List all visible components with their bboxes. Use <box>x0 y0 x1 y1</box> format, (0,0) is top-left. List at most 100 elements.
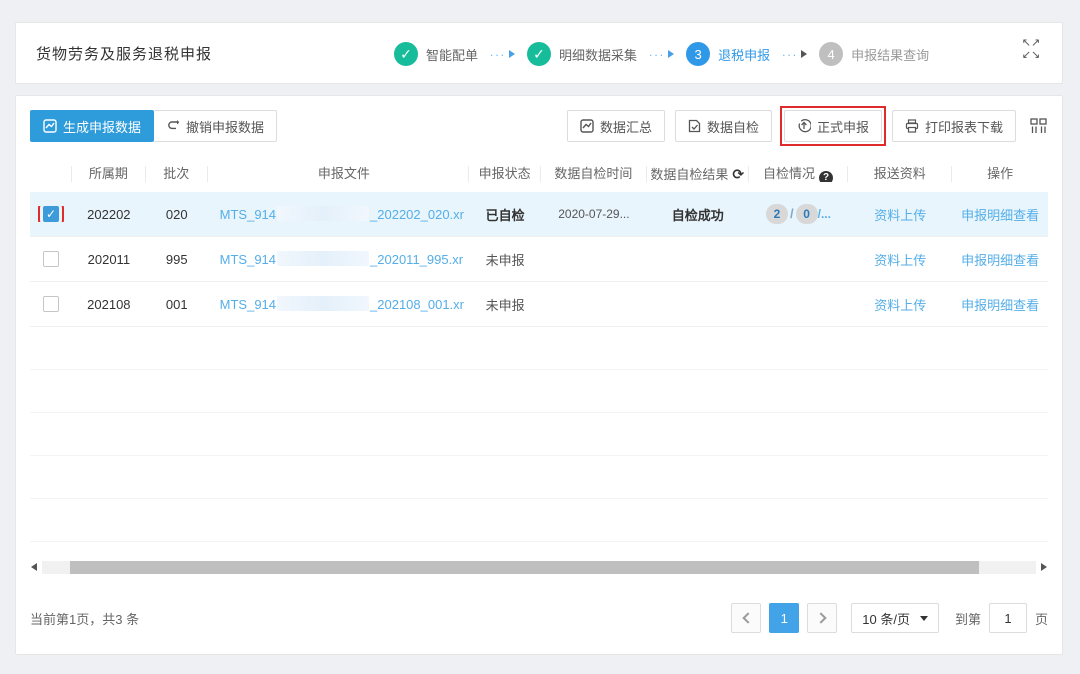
step-label: 退税申报 <box>718 45 770 64</box>
chevron-left-icon <box>742 612 753 623</box>
empty-row <box>30 413 1048 456</box>
fullscreen-icon[interactable]: ↖↗↙↘ <box>1018 37 1044 61</box>
goto-page-input[interactable] <box>989 603 1027 633</box>
horizontal-scrollbar[interactable] <box>26 559 1052 575</box>
row-checkbox[interactable] <box>43 206 59 222</box>
header-check-detail-label: 自检情况 <box>763 166 815 181</box>
count-separator: / <box>790 206 794 221</box>
declaration-file-link[interactable]: MTS_914_202011_995.xr <box>220 252 463 267</box>
cell-batch: 001 <box>146 297 208 312</box>
chevron-right-icon <box>815 612 826 623</box>
scroll-left-icon[interactable] <box>26 559 42 575</box>
cell-period: 202202 <box>72 207 146 222</box>
step-tax-refund-declare[interactable]: 3 退税申报 <box>686 42 770 66</box>
header-check-detail: 自检情况? <box>749 166 849 182</box>
cell-batch: 995 <box>146 252 208 267</box>
cell-check-detail: 2/0/... <box>749 204 849 224</box>
redacted-text <box>277 206 369 221</box>
revoke-declaration-label: 撤销申报数据 <box>186 117 264 136</box>
pagination-bar: 当前第1页，共3 条 1 10 条/页 到第 页 <box>30 601 1048 635</box>
cell-period: 202108 <box>72 297 146 312</box>
file-name-suffix: _202108_001.xr <box>370 297 464 312</box>
table-row[interactable]: 202108 001 MTS_914_202108_001.xr 未申报 资料上… <box>30 282 1048 327</box>
declaration-table: 所属期 批次 申报文件 申报状态 数据自检时间 数据自检结果⟳ 自检情况? 报送… <box>30 156 1048 542</box>
empty-row <box>30 456 1048 499</box>
header-check-time: 数据自检时间 <box>541 166 647 182</box>
file-name-suffix: _202202_020.xr <box>370 207 464 222</box>
chevron-down-icon <box>920 616 928 621</box>
step-number: 3 <box>686 42 710 66</box>
table-row[interactable]: 202011 995 MTS_914_202011_995.xr 未申报 资料上… <box>30 237 1048 282</box>
data-self-check-label: 数据自检 <box>707 117 759 136</box>
help-icon[interactable]: ? <box>819 171 833 182</box>
step-smart-matching[interactable]: 智能配单 <box>394 42 478 66</box>
refresh-icon[interactable]: ⟳ <box>732 166 744 182</box>
generate-declaration-label: 生成申报数据 <box>63 117 141 136</box>
data-self-check-button[interactable]: 数据自检 <box>675 110 772 142</box>
declaration-file-link[interactable]: MTS_914_202202_020.xr <box>220 207 464 222</box>
row-checkbox[interactable] <box>43 251 59 267</box>
view-detail-link[interactable]: 申报明细查看 <box>961 208 1039 223</box>
step-arrow-icon: ... <box>649 50 674 58</box>
scroll-right-icon[interactable] <box>1036 559 1052 575</box>
step-number: 4 <box>819 42 843 66</box>
current-page-button[interactable]: 1 <box>769 603 799 633</box>
cell-period: 202011 <box>72 252 146 267</box>
chart-icon <box>43 119 57 133</box>
view-detail-link[interactable]: 申报明细查看 <box>961 253 1039 268</box>
step-label: 申报结果查询 <box>851 45 929 64</box>
file-name-prefix: MTS_914 <box>220 252 276 267</box>
page-header: 货物劳务及服务退税申报 智能配单 ... 明细数据采集 ... 3 退税申报 .… <box>15 22 1063 84</box>
formal-declare-label: 正式申报 <box>817 117 869 136</box>
prev-page-button[interactable] <box>731 603 761 633</box>
annotation-highlight-box: 正式申报 <box>784 110 882 142</box>
document-check-icon <box>688 119 701 133</box>
goto-suffix-label: 页 <box>1035 609 1048 628</box>
upload-materials-link[interactable]: 资料上传 <box>874 298 926 313</box>
upload-materials-link[interactable]: 资料上传 <box>874 208 926 223</box>
step-label: 智能配单 <box>426 45 478 64</box>
data-summary-label: 数据汇总 <box>600 117 652 136</box>
generate-declaration-button[interactable]: 生成申报数据 <box>30 110 154 142</box>
row-checkbox[interactable] <box>43 296 59 312</box>
header-check-result-label: 数据自检结果 <box>650 167 728 182</box>
empty-row <box>30 327 1048 370</box>
formal-declare-button[interactable]: 正式申报 <box>784 110 882 142</box>
header-batch: 批次 <box>146 166 208 182</box>
scrollbar-track[interactable] <box>42 561 1036 574</box>
header-actions: 操作 <box>952 166 1048 182</box>
pagination-info: 当前第1页，共3 条 <box>30 609 139 628</box>
step-label: 明细数据采集 <box>559 45 637 64</box>
toolbar: 生成申报数据 撤销申报数据 数据汇总 数据自检 <box>16 96 1062 152</box>
data-summary-button[interactable]: 数据汇总 <box>567 110 665 142</box>
upload-icon <box>797 119 811 133</box>
revoke-declaration-button[interactable]: 撤销申报数据 <box>154 110 277 142</box>
undo-icon <box>166 119 180 133</box>
header-select-all[interactable] <box>30 166 72 182</box>
view-detail-link[interactable]: 申报明细查看 <box>961 298 1039 313</box>
table-row[interactable]: 202202 020 MTS_914_202202_020.xr 已自检 202… <box>30 192 1048 237</box>
cell-file: MTS_914_202108_001.xr <box>208 296 470 312</box>
cell-status: 未申报 <box>469 250 541 269</box>
redacted-text <box>277 296 369 311</box>
print-download-button[interactable]: 打印报表下载 <box>892 110 1016 142</box>
next-page-button[interactable] <box>807 603 837 633</box>
print-download-label: 打印报表下载 <box>925 117 1003 136</box>
page-size-select[interactable]: 10 条/页 <box>851 603 939 633</box>
page-title: 货物劳务及服务退税申报 <box>16 43 212 64</box>
header-materials: 报送资料 <box>848 166 952 182</box>
scrollbar-thumb[interactable] <box>70 561 979 574</box>
check-count-badge[interactable]: 0 <box>796 204 818 224</box>
page-size-value: 10 条/页 <box>862 609 910 628</box>
upload-materials-link[interactable]: 资料上传 <box>874 253 926 268</box>
printer-icon <box>905 119 919 133</box>
cell-batch: 020 <box>146 207 208 222</box>
step-result-query[interactable]: 4 申报结果查询 <box>819 42 929 66</box>
check-count-badge[interactable]: 2 <box>766 204 788 224</box>
goto-prefix-label: 到第 <box>955 609 981 628</box>
step-arrow-icon: ... <box>490 50 515 58</box>
declaration-file-link[interactable]: MTS_914_202108_001.xr <box>220 297 464 312</box>
step-detail-collection[interactable]: 明细数据采集 <box>527 42 637 66</box>
column-settings-icon[interactable] <box>1030 118 1048 134</box>
cell-file: MTS_914_202202_020.xr <box>208 206 470 222</box>
